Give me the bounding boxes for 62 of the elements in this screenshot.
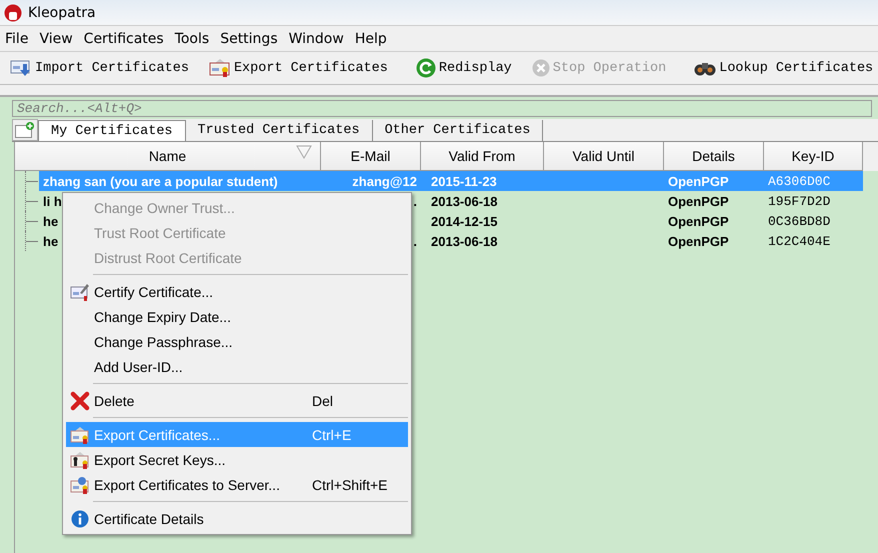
certificate-import-icon [10,58,32,78]
menu-item[interactable]: Window [288,30,344,46]
table-cell: li h [43,194,62,208]
column-header[interactable]: Name [15,142,321,171]
table-cell: 2015-11-23 [431,174,497,188]
stop-icon [532,59,550,77]
column-header[interactable]: Key-ID [764,142,863,171]
column-header[interactable]: E-Mail [321,142,421,171]
certificate-pen-icon [70,282,90,300]
menu-item[interactable]: Settings [220,30,278,46]
menu-item[interactable]: Delete Del [66,388,408,413]
sort-icon [296,145,312,159]
menu-item[interactable]: Certify Certificate... [66,279,408,304]
info-icon [71,510,89,528]
column-header[interactable]: Details [664,142,764,171]
toolbar-button[interactable]: Redisplay [412,56,516,80]
menu-item[interactable]: Add User-ID... [66,354,408,379]
certificate-export-icon [70,426,90,444]
table-cell: OpenPGP [668,234,729,248]
toolbar-button[interactable]: Import Certificates [6,56,193,80]
table-cell: 195F7D2D [768,194,830,208]
table-cell: OpenPGP [668,174,729,188]
refresh-icon [416,58,436,78]
column-header[interactable]: Valid Until [544,142,664,171]
table-cell: . [413,194,417,208]
menu-item[interactable]: Help [354,30,387,46]
table-cell: 2013-06-18 [431,194,498,208]
menu-item[interactable]: Certificates [84,30,164,46]
window-title: Kleopatra [28,4,96,20]
table-cell: 0C36BD8D [768,214,830,228]
menu-item[interactable]: File [5,30,28,46]
table-cell: A6306D0C [768,174,830,188]
menu-item[interactable]: Export Certificates to Server... Ctrl+Shift+E [66,472,408,497]
table-cell: 2013-06-18 [431,234,498,248]
menu-item[interactable]: Certificate Details [66,506,408,531]
binoculars-icon [694,60,716,76]
menu-item[interactable]: Change Passphrase... [66,329,408,354]
table-cell: . [413,234,417,248]
app-logo-icon [4,4,22,22]
toolbar-button[interactable]: Lookup Certificates [690,58,878,78]
table-cell: OpenPGP [668,194,729,208]
column-header[interactable]: Valid From [421,142,544,171]
table-cell: he [43,214,58,228]
new-tab-button[interactable] [12,119,38,141]
table-cell: zhang@12 [352,174,417,188]
search-field[interactable]: Search...<Alt+Q> [12,100,872,117]
menu-item[interactable]: Change Expiry Date... [66,304,408,329]
add-tab-icon [15,122,35,138]
table-cell: 1C2C404E [768,234,830,248]
table-cell: he [43,234,58,248]
table-cell: zhang san (you are a popular student) [43,174,278,188]
certificate-globe-icon [70,476,90,494]
certificate-export-icon [208,58,231,78]
delete-icon [70,390,90,410]
menu-item[interactable]: Export Secret Keys... [66,447,408,472]
table-cell: OpenPGP [668,214,729,228]
table-cell: 2014-12-15 [431,214,498,228]
toolbar-button[interactable]: Export Certificates [204,56,392,80]
menu-item[interactable]: Tools [174,30,210,46]
menu-item[interactable]: View [39,30,73,46]
tab[interactable]: My Certificates [38,120,186,141]
certificate-key-icon [70,450,90,468]
